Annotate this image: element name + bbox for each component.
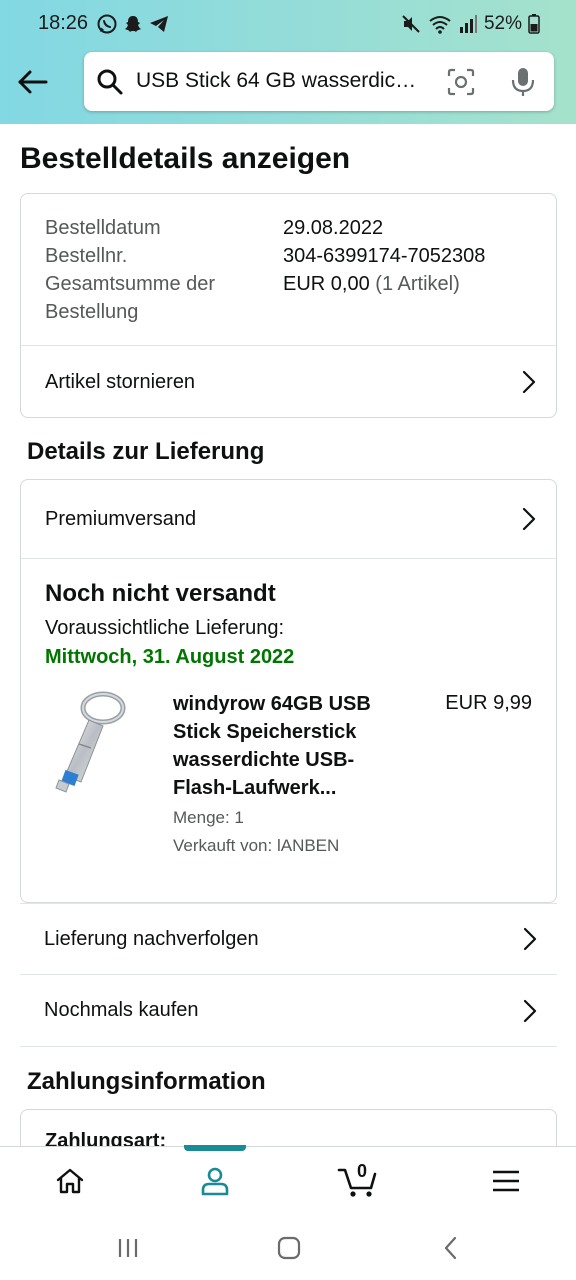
bottom-navigation: 0	[0, 1145, 576, 1215]
search-icon	[97, 69, 123, 95]
chevron-right-icon	[523, 927, 537, 951]
camera-scan-icon[interactable]	[446, 67, 476, 97]
system-navigation-bar	[0, 1214, 576, 1280]
shipping-method-link[interactable]: Premiumversand	[21, 480, 556, 558]
order-total-value: EUR 0,00 (1 Artikel)	[283, 270, 460, 298]
snapchat-icon	[125, 16, 141, 32]
battery-percent: 52%	[483, 13, 522, 34]
order-total-row: Gesamtsumme der Bestellung EUR 0,00 (1 A…	[45, 270, 460, 326]
chevron-left-icon	[444, 1236, 457, 1260]
nav-account[interactable]	[175, 1147, 255, 1215]
status-bar: 18:26 52%	[0, 0, 576, 46]
buy-again-link[interactable]: Nochmals kaufen	[20, 975, 557, 1047]
buy-again-label: Nochmals kaufen	[44, 999, 199, 1021]
home-square-icon	[277, 1236, 301, 1260]
recent-apps-icon	[118, 1239, 138, 1257]
payment-section-title: Zahlungsinformation	[27, 1068, 266, 1095]
search-bar[interactable]	[84, 52, 554, 111]
back-button[interactable]	[14, 64, 50, 100]
microphone-icon[interactable]	[510, 66, 536, 98]
hamburger-menu-icon	[493, 1170, 519, 1192]
cart-count: 0	[356, 1161, 367, 1181]
track-delivery-label: Lieferung nachverfolgen	[44, 927, 259, 950]
whatsapp-icon	[97, 14, 117, 34]
home-system-button[interactable]	[269, 1234, 309, 1262]
signal-icon	[459, 15, 477, 33]
cancel-items-link[interactable]: Artikel stornieren	[21, 346, 556, 418]
status-time: 18:26	[38, 12, 89, 34]
telegram-icon	[150, 16, 168, 32]
shipment-status: Noch nicht versandt	[45, 580, 276, 607]
shipping-method-label: Premiumversand	[45, 507, 197, 530]
order-date-label: Bestelldatum	[45, 217, 161, 239]
delivery-card: Premiumversand Noch nicht versandt Vorau…	[20, 479, 557, 903]
nav-menu[interactable]	[466, 1147, 546, 1215]
order-total-label-line1: Gesamtsumme der	[45, 273, 216, 295]
nav-cart[interactable]: 0	[318, 1147, 398, 1215]
product-seller: Verkauft von: lANBEN	[173, 836, 340, 855]
product-image[interactable]	[51, 684, 131, 796]
nav-home[interactable]	[30, 1147, 110, 1215]
person-icon	[201, 1167, 229, 1196]
order-date-value: 29.08.2022	[283, 217, 384, 239]
app-header: 18:26 52% USB Stick 64 GB wasserdic…	[0, 0, 576, 124]
order-number-label: Bestellnr.	[45, 245, 128, 267]
notification-icons	[96, 12, 170, 36]
expected-delivery-date: Mittwoch, 31. August 2022	[45, 646, 295, 668]
search-input[interactable]	[136, 62, 436, 100]
product-price: EUR 9,99	[445, 692, 532, 714]
recent-apps-button[interactable]	[108, 1234, 148, 1262]
wifi-icon	[429, 16, 451, 34]
order-number-row: Bestellnr. 304-6399174-7052308	[45, 242, 485, 270]
usb-stick-image	[55, 691, 126, 793]
order-total-label-line2: Bestellung	[45, 301, 139, 323]
battery-icon	[528, 14, 540, 34]
order-item-count: (1 Artikel)	[375, 273, 460, 295]
home-icon	[56, 1168, 84, 1194]
arrow-left-icon	[18, 70, 48, 94]
order-summary-card: Bestelldatum 29.08.2022 Bestellnr. 304-6…	[20, 193, 557, 418]
divider	[21, 558, 556, 559]
track-delivery-link[interactable]: Lieferung nachverfolgen	[20, 903, 557, 975]
delivery-section-title: Details zur Lieferung	[27, 438, 265, 465]
back-system-button[interactable]	[431, 1234, 471, 1262]
order-total-amount: EUR 0,00	[283, 273, 370, 295]
expected-delivery-label: Voraussichtliche Lieferung:	[45, 617, 285, 639]
order-number-value: 304-6399174-7052308	[283, 245, 486, 267]
chevron-right-icon	[522, 507, 536, 531]
page-title: Bestelldetails anzeigen	[20, 142, 351, 175]
order-date-row: Bestelldatum 29.08.2022	[45, 214, 383, 242]
mute-icon	[402, 15, 420, 33]
system-status-icons: 52%	[400, 12, 540, 36]
cancel-items-label: Artikel stornieren	[45, 370, 196, 393]
product-quantity: Menge: 1	[173, 808, 244, 827]
product-title[interactable]: windyrow 64GB USB Stick Speicherstick wa…	[173, 690, 403, 802]
chevron-right-icon	[522, 370, 536, 394]
chevron-right-icon	[523, 999, 537, 1022]
